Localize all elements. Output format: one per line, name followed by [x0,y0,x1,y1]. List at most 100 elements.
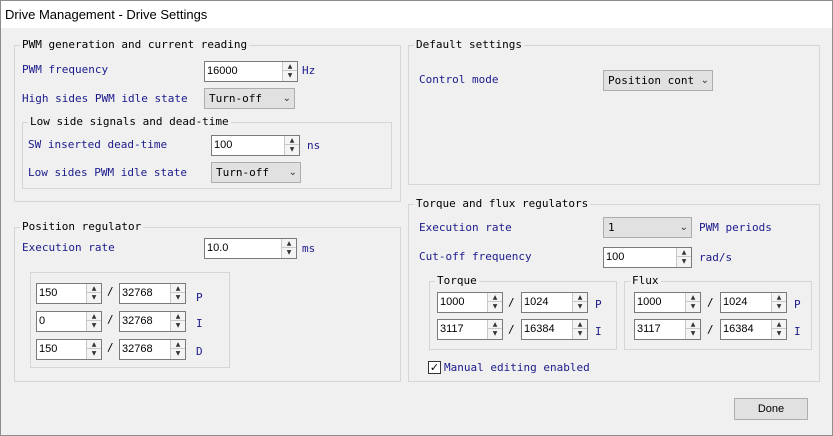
torque-i-num-value: 3117 [440,323,464,335]
torque-p-den-value: 1024 [524,296,549,308]
deadtime-unit: ns [307,139,321,152]
spin-down-icon[interactable]: ▼ [171,321,185,330]
control-mode-select[interactable]: Position contr ⌄ [603,70,713,91]
spin-down-icon[interactable]: ▼ [282,248,296,257]
low-idle-select[interactable]: Turn-off ⌄ [211,162,301,183]
spinner-arrows[interactable]: ▲ ▼ [281,239,296,258]
spin-up-icon[interactable]: ▲ [488,320,502,329]
position-exec-unit: ms [302,242,316,255]
spin-down-icon[interactable]: ▼ [87,321,101,330]
spin-down-icon[interactable]: ▼ [285,145,299,154]
pos-d-num-input[interactable]: 150 ▲ ▼ [36,339,102,360]
done-button[interactable]: Done [734,398,808,420]
spinner-arrows[interactable]: ▲ ▼ [86,340,101,359]
spinner-arrows[interactable]: ▲ ▼ [170,312,185,331]
manual-editing-label[interactable]: Manual editing enabled [444,361,590,374]
tf-exec-label: Execution rate [419,221,512,234]
spin-down-icon[interactable]: ▼ [686,302,700,311]
spin-up-icon[interactable]: ▲ [573,320,587,329]
pwm-frequency-value: 16000 [207,65,238,77]
flux-p-num-input[interactable]: 1000 ▲ ▼ [634,292,701,313]
spinner-arrows[interactable]: ▲ ▼ [685,293,700,312]
chevron-down-icon: ⌄ [700,75,709,86]
spin-down-icon[interactable]: ▼ [488,302,502,311]
deadtime-input[interactable]: 100 ▲ ▼ [211,135,300,156]
spin-down-icon[interactable]: ▼ [488,329,502,338]
spin-up-icon[interactable]: ▲ [87,312,101,321]
spinner-arrows[interactable]: ▲ ▼ [771,320,786,339]
flux-p-slash: / [707,296,714,309]
spin-down-icon[interactable]: ▼ [171,349,185,358]
spin-up-icon[interactable]: ▲ [686,293,700,302]
spinner-arrows[interactable]: ▲ ▼ [487,320,502,339]
spinner-arrows[interactable]: ▲ ▼ [170,340,185,359]
flux-i-num-value: 3117 [637,323,661,335]
spin-up-icon[interactable]: ▲ [686,320,700,329]
spin-up-icon[interactable]: ▲ [285,136,299,145]
flux-p-den-input[interactable]: 1024 ▲ ▼ [720,292,787,313]
pos-i-den-input[interactable]: 32768 ▲ ▼ [119,311,186,332]
spinner-arrows[interactable]: ▲ ▼ [572,293,587,312]
spin-down-icon[interactable]: ▼ [677,257,691,266]
torque-p-den-input[interactable]: 1024 ▲ ▼ [521,292,588,313]
pwm-frequency-input[interactable]: 16000 ▲ ▼ [204,61,298,82]
low-idle-label: Low sides PWM idle state [28,166,187,179]
spinner-arrows[interactable]: ▲ ▼ [282,62,297,81]
flux-i-num-input[interactable]: 3117 ▲ ▼ [634,319,701,340]
spinner-arrows[interactable]: ▲ ▼ [284,136,299,155]
pos-d-num-value: 150 [39,343,58,355]
spinner-arrows[interactable]: ▲ ▼ [86,284,101,303]
spin-down-icon[interactable]: ▼ [87,349,101,358]
spin-up-icon[interactable]: ▲ [171,312,185,321]
pos-i-slash: / [107,313,114,326]
pos-d-den-input[interactable]: 32768 ▲ ▼ [119,339,186,360]
spinner-arrows[interactable]: ▲ ▼ [676,248,691,267]
spinner-arrows[interactable]: ▲ ▼ [487,293,502,312]
pos-i-num-value: 0 [39,315,46,327]
spin-up-icon[interactable]: ▲ [488,293,502,302]
spinner-arrows[interactable]: ▲ ▼ [771,293,786,312]
pwm-group-legend: PWM generation and current reading [20,38,250,51]
spin-up-icon[interactable]: ▲ [677,248,691,257]
torque-i-num-input[interactable]: 3117 ▲ ▼ [437,319,503,340]
spin-up-icon[interactable]: ▲ [283,62,297,71]
spin-down-icon[interactable]: ▼ [573,302,587,311]
pos-i-den-value: 32768 [122,315,153,327]
low-idle-value: Turn-off [216,166,269,179]
torque-p-num-input[interactable]: 1000 ▲ ▼ [437,292,503,313]
spin-down-icon[interactable]: ▼ [772,302,786,311]
cutoff-input[interactable]: 100 ▲ ▼ [603,247,692,268]
pos-i-label: I [196,317,203,330]
spin-down-icon[interactable]: ▼ [686,329,700,338]
spin-down-icon[interactable]: ▼ [573,329,587,338]
spin-up-icon[interactable]: ▲ [87,340,101,349]
torque-i-den-input[interactable]: 16384 ▲ ▼ [521,319,588,340]
spin-up-icon[interactable]: ▲ [171,340,185,349]
flux-i-den-value: 16384 [723,323,754,335]
position-exec-input[interactable]: 10.0 ▲ ▼ [204,238,297,259]
spinner-arrows[interactable]: ▲ ▼ [685,320,700,339]
spin-up-icon[interactable]: ▲ [171,284,185,293]
spinner-arrows[interactable]: ▲ ▼ [170,284,185,303]
pos-i-num-input[interactable]: 0 ▲ ▼ [36,311,102,332]
high-idle-select[interactable]: Turn-off ⌄ [204,88,295,109]
pos-p-num-input[interactable]: 150 ▲ ▼ [36,283,102,304]
spin-up-icon[interactable]: ▲ [573,293,587,302]
position-exec-label: Execution rate [22,241,115,254]
spin-up-icon[interactable]: ▲ [282,239,296,248]
spin-up-icon[interactable]: ▲ [87,284,101,293]
spin-up-icon[interactable]: ▲ [772,320,786,329]
spinner-arrows[interactable]: ▲ ▼ [86,312,101,331]
tf-exec-select[interactable]: 1 ⌄ [603,217,692,238]
spin-down-icon[interactable]: ▼ [87,293,101,302]
spin-down-icon[interactable]: ▼ [283,71,297,80]
flux-i-den-input[interactable]: 16384 ▲ ▼ [720,319,787,340]
manual-editing-checkbox[interactable]: ✓ [428,361,441,374]
spin-down-icon[interactable]: ▼ [171,293,185,302]
spin-down-icon[interactable]: ▼ [772,329,786,338]
spinner-arrows[interactable]: ▲ ▼ [572,320,587,339]
torque-i-den-value: 16384 [524,323,555,335]
spin-up-icon[interactable]: ▲ [772,293,786,302]
pos-p-den-input[interactable]: 32768 ▲ ▼ [119,283,186,304]
deadtime-label: SW inserted dead-time [28,138,168,151]
